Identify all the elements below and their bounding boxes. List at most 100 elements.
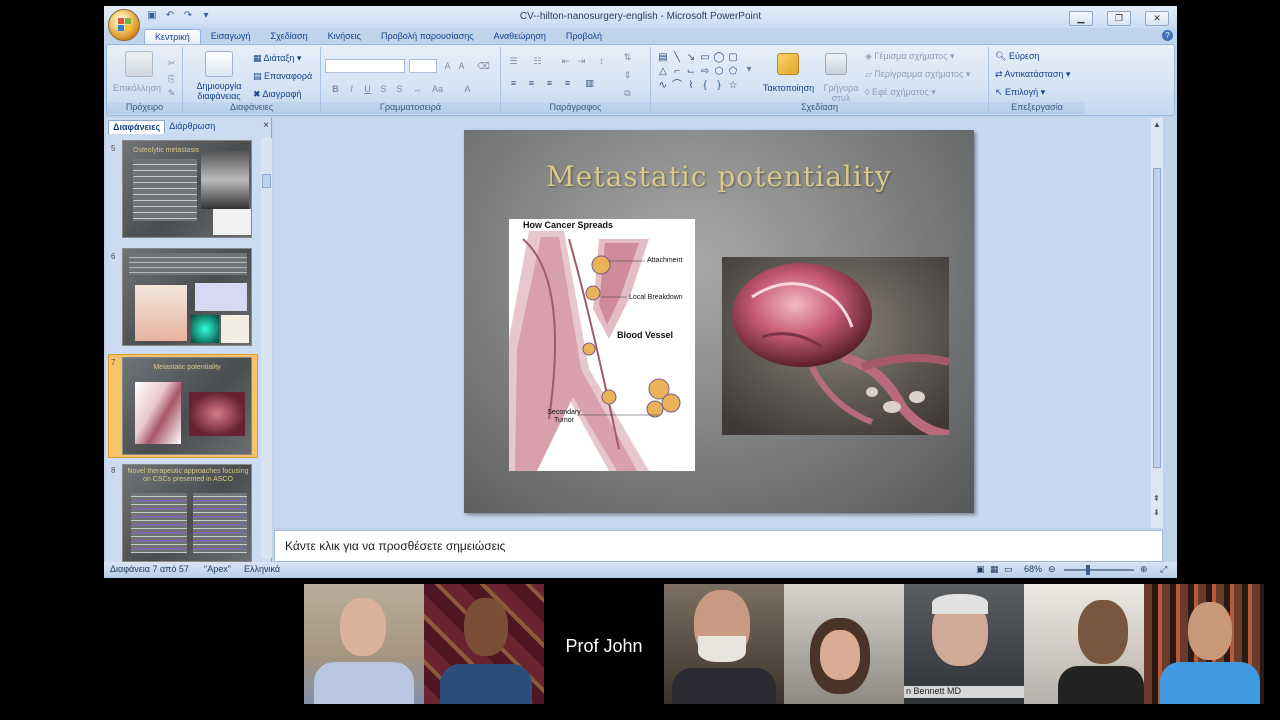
- participant-tile[interactable]: [784, 584, 904, 704]
- quick-styles-icon[interactable]: [825, 53, 847, 75]
- tab-home[interactable]: Κεντρική: [144, 29, 201, 44]
- change-case-icon[interactable]: Aa: [431, 83, 444, 95]
- align-left-icon[interactable]: ≡: [507, 77, 520, 89]
- shapes-gallery[interactable]: ▤ ╲ ↘ ▭ ◯ ▢ △ ⌐ ⌙ ⇨ ⬡ ⬠ ∿ ⌒ ⌇ { } ☆ ▾: [655, 51, 755, 97]
- arrange-icon[interactable]: [777, 53, 799, 75]
- paste-icon[interactable]: [125, 51, 153, 77]
- oval-shape-icon[interactable]: ◯: [713, 53, 725, 63]
- elbow-arrow-icon[interactable]: ⌙: [685, 67, 697, 77]
- decrease-indent-icon[interactable]: ⇤: [559, 55, 572, 67]
- tab-insert[interactable]: Εισαγωγή: [201, 29, 261, 44]
- new-slide-button[interactable]: Δημιουργία διαφάνειας: [189, 81, 249, 101]
- strikethrough-icon[interactable]: S: [377, 83, 390, 95]
- shrink-font-icon[interactable]: A: [455, 60, 468, 72]
- align-center-icon[interactable]: ≡: [525, 77, 538, 89]
- help-icon[interactable]: ?: [1162, 30, 1173, 41]
- participant-tile[interactable]: [1024, 584, 1144, 704]
- star-shape-icon[interactable]: ☆: [727, 81, 739, 91]
- triangle-shape-icon[interactable]: △: [657, 67, 669, 77]
- slide-thumbnail-6[interactable]: [122, 248, 252, 346]
- panel-scrollbar-thumb[interactable]: [262, 174, 271, 188]
- slide-thumbnail-8[interactable]: Novel therapeutic approaches focusing on…: [122, 464, 252, 562]
- underline-icon[interactable]: U: [361, 83, 374, 95]
- align-text-icon[interactable]: ⇕: [621, 69, 634, 81]
- right-arrow-shape-icon[interactable]: ⇨: [699, 67, 711, 77]
- zoom-slider-thumb[interactable]: [1086, 565, 1090, 575]
- smartart-icon[interactable]: ⧉: [621, 87, 634, 99]
- shape-effects-button[interactable]: ◊ Εφέ σχήματος ▾: [865, 87, 936, 98]
- char-spacing-icon[interactable]: ↔: [411, 83, 424, 95]
- tumor-angiogenesis-image[interactable]: [722, 257, 949, 435]
- bullets-icon[interactable]: ☰: [507, 55, 520, 67]
- elbow-connector-icon[interactable]: ⌐: [671, 67, 683, 77]
- slide-sorter-icon[interactable]: ▦: [990, 564, 999, 575]
- find-button[interactable]: 🔍︎ Εύρεση: [995, 51, 1040, 62]
- zoom-level-text[interactable]: 68%: [1024, 564, 1042, 574]
- select-button[interactable]: ↖ Επιλογή ▾: [995, 87, 1045, 98]
- right-brace-icon[interactable]: }: [713, 81, 725, 91]
- shape-outline-button[interactable]: ▱ Περίγραμμα σχήματος ▾: [865, 69, 970, 80]
- increase-indent-icon[interactable]: ⇥: [575, 55, 588, 67]
- scroll-up-icon[interactable]: ▲: [1153, 120, 1161, 129]
- quick-styles-button[interactable]: Γρήγορα στυλ: [819, 83, 863, 103]
- slide-title[interactable]: Metastatic potentiality: [464, 160, 974, 193]
- bold-icon[interactable]: B: [329, 83, 342, 95]
- slide-thumbnail-5[interactable]: Osteolytic metastasis: [122, 140, 252, 238]
- align-right-icon[interactable]: ≡: [543, 77, 556, 89]
- zoom-slider[interactable]: [1064, 569, 1134, 571]
- participant-tile[interactable]: Prof John: [544, 584, 664, 704]
- layout-button[interactable]: ▦ Διάταξη ▾: [253, 53, 301, 64]
- italic-icon[interactable]: I: [345, 83, 358, 95]
- line-shape-icon[interactable]: ╲: [671, 53, 683, 63]
- font-size-field[interactable]: [409, 59, 437, 73]
- paste-button[interactable]: Επικόλληση: [113, 83, 161, 93]
- numbering-icon[interactable]: ☷: [531, 55, 544, 67]
- left-brace-icon[interactable]: {: [699, 81, 711, 91]
- copy-icon[interactable]: ⎘: [165, 73, 178, 85]
- tab-outline[interactable]: Διάρθρωση: [165, 120, 219, 134]
- arc-shape-icon[interactable]: ⌒: [671, 81, 683, 91]
- close-icon[interactable]: ✕: [1145, 11, 1169, 26]
- cancer-spread-figure[interactable]: How Cancer Spreads Attachment Local Brea…: [509, 219, 695, 471]
- participant-tile[interactable]: [1144, 584, 1264, 704]
- format-painter-icon[interactable]: ✎: [165, 87, 178, 99]
- new-slide-icon[interactable]: [205, 51, 233, 77]
- justify-icon[interactable]: ≡: [561, 77, 574, 89]
- tab-view[interactable]: Προβολή: [556, 29, 612, 44]
- tab-review[interactable]: Αναθεώρηση: [484, 29, 556, 44]
- replace-button[interactable]: ⇄ Αντικατάσταση ▾: [995, 69, 1070, 80]
- notes-placeholder[interactable]: Κάντε κλικ για να προσθέσετε σημειώσεις: [285, 539, 505, 553]
- zoom-in-icon[interactable]: ⊕: [1140, 564, 1148, 575]
- participant-tile[interactable]: [664, 584, 784, 704]
- tab-animations[interactable]: Κινήσεις: [318, 29, 371, 44]
- arrange-button[interactable]: Τακτοποίηση: [763, 83, 814, 93]
- prev-slide-icon[interactable]: ⇞: [1153, 494, 1160, 503]
- delete-button[interactable]: ✖ Διαγραφή: [253, 89, 301, 100]
- textbox-shape-icon[interactable]: ▤: [657, 53, 669, 63]
- slide-thumbnail-7[interactable]: Metastatic potentiality: [122, 357, 252, 455]
- grow-font-icon[interactable]: A: [441, 60, 454, 72]
- slideshow-view-icon[interactable]: ▭: [1004, 564, 1013, 575]
- language-text[interactable]: Ελληνικά: [244, 564, 280, 574]
- font-color-icon[interactable]: A: [461, 83, 474, 95]
- panel-scrollbar[interactable]: [261, 138, 272, 558]
- shadow-icon[interactable]: S: [393, 83, 406, 95]
- office-button[interactable]: [108, 9, 140, 41]
- freeform-shape-icon[interactable]: ⌇: [685, 81, 697, 91]
- editor-scrollbar[interactable]: ▲ ⇞ ⇟: [1151, 118, 1163, 528]
- participant-tile[interactable]: [424, 584, 544, 704]
- rounded-rect-shape-icon[interactable]: ▢: [727, 53, 739, 63]
- cut-icon[interactable]: ✂: [165, 57, 178, 69]
- tab-slideshow[interactable]: Προβολή παρουσίασης: [371, 29, 484, 44]
- tab-slides[interactable]: Διαφάνειες: [108, 120, 166, 134]
- shape-fill-button[interactable]: ◈ Γέμισμα σχήματος ▾: [865, 51, 955, 62]
- pentagon-shape-icon[interactable]: ⬠: [727, 67, 739, 77]
- normal-view-icon[interactable]: ▣: [976, 564, 985, 575]
- participant-tile[interactable]: n Bennett MD: [904, 584, 1024, 704]
- font-family-field[interactable]: [325, 59, 405, 73]
- next-slide-icon[interactable]: ⇟: [1153, 508, 1160, 517]
- minimize-icon[interactable]: ▁: [1069, 11, 1093, 26]
- close-panel-icon[interactable]: ×: [263, 120, 269, 131]
- editor-scrollbar-thumb[interactable]: [1153, 168, 1161, 468]
- current-slide[interactable]: Metastatic potentiality How Cancer Sprea…: [464, 130, 974, 513]
